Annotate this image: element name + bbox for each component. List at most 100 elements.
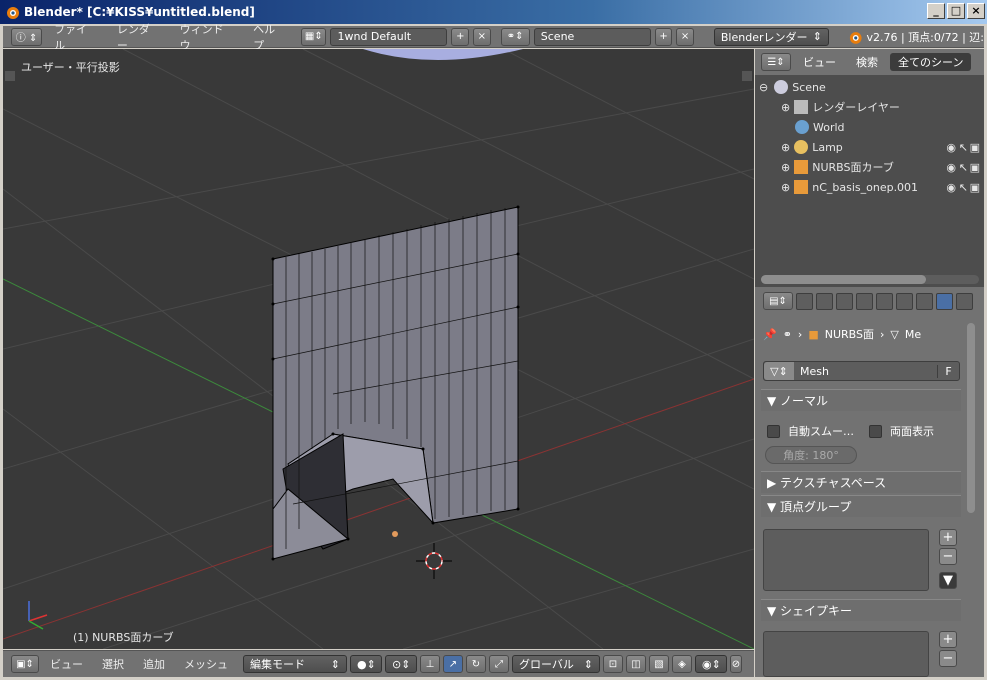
layout-remove-button[interactable]: × <box>473 27 491 46</box>
editor-type-cube-icon[interactable]: ▣⇕ <box>11 655 39 673</box>
mesh-name[interactable]: Mesh <box>794 365 937 378</box>
render-engine-select[interactable]: Blenderレンダー ⇕ <box>713 27 829 46</box>
menu-view[interactable]: ビュー <box>42 656 91 672</box>
outliner-display-mode[interactable]: 全てのシーン <box>890 53 972 71</box>
render-tab-icon[interactable] <box>796 292 813 310</box>
translate-icon[interactable]: ↗ <box>443 655 463 673</box>
menu-select[interactable]: 選択 <box>94 656 132 672</box>
menu-render[interactable]: レンダー <box>109 21 168 53</box>
remove-shape-key-button[interactable]: − <box>939 650 957 667</box>
data-tab-icon[interactable] <box>936 292 953 310</box>
scene-remove-button[interactable]: × <box>676 27 694 46</box>
scene-tab-icon[interactable] <box>836 292 853 310</box>
mesh-datablock-field[interactable]: ▽⇕ Mesh F <box>763 361 960 381</box>
vertex-select-icon[interactable]: ⊡ <box>603 655 623 673</box>
checkbox-box[interactable] <box>767 424 780 438</box>
3d-cursor-icon[interactable] <box>416 543 452 579</box>
eye-icon[interactable]: ◉ <box>946 181 956 194</box>
expand-icon[interactable]: ⊕ <box>781 161 790 174</box>
pivot-select[interactable]: ⊙ ⇕ <box>385 655 417 673</box>
double-sided-checkbox[interactable]: 両面表示 <box>869 423 934 439</box>
layout-name-field[interactable]: 1wnd Default <box>330 27 448 46</box>
expand-icon[interactable]: ⊕ <box>781 101 790 114</box>
add-shape-key-button[interactable]: + <box>939 631 957 648</box>
expand-icon[interactable]: ⊕ <box>781 181 790 194</box>
shading-select[interactable]: ● ⇕ <box>350 655 382 673</box>
scale-icon[interactable]: ⤢ <box>489 655 509 673</box>
outliner-item-render-layers[interactable]: ⊕ レンダーレイヤー <box>755 97 984 117</box>
vertex-groups-list[interactable] <box>763 529 929 591</box>
world-tab-icon[interactable] <box>856 292 873 310</box>
collapse-icon[interactable]: ⊖ <box>759 81 768 94</box>
outliner-item-nurbs[interactable]: ⊕ NURBS面カーブ ◉ ↖ ▣ <box>755 157 984 177</box>
scene-add-button[interactable]: + <box>654 27 673 46</box>
layout-add-button[interactable]: + <box>451 27 470 46</box>
outliner-scrollbar[interactable] <box>761 275 979 284</box>
add-vertex-group-button[interactable]: + <box>939 529 957 546</box>
render-camera-icon[interactable]: ▣ <box>970 141 980 154</box>
lamp-object[interactable] <box>363 49 523 60</box>
texture-space-panel-header[interactable]: ▶ テクスチャスペース <box>761 471 961 493</box>
proportional-select[interactable]: ◉ ⇕ <box>695 655 727 673</box>
outliner-item-basis[interactable]: ⊕ nC_basis_onep.001 ◉ ↖ ▣ <box>755 177 984 197</box>
eye-icon[interactable]: ◉ <box>946 141 956 154</box>
layout-grid-icon[interactable]: ▦⇕ <box>301 27 327 46</box>
outliner-item-lamp[interactable]: ⊕ Lamp ◉ ↖ ▣ <box>755 137 984 157</box>
viewport-scene[interactable] <box>3 49 754 649</box>
expand-icon[interactable]: ⊕ <box>781 141 790 154</box>
outliner-editor-icon[interactable]: ☰⇕ <box>761 53 791 71</box>
menu-file[interactable]: ファイル <box>46 21 105 53</box>
constraints-tab-icon[interactable] <box>896 292 913 310</box>
menu-help[interactable]: ヘルプ <box>245 21 293 53</box>
manipulator-icon[interactable]: ⊥ <box>420 655 440 673</box>
edge-select-icon[interactable]: ◫ <box>626 655 646 673</box>
render-camera-icon[interactable]: ▣ <box>970 161 980 174</box>
mode-select[interactable]: 編集モード ⇕ <box>243 655 347 673</box>
render-camera-icon[interactable]: ▣ <box>970 181 980 194</box>
menu-mesh[interactable]: メッシュ <box>176 656 236 672</box>
vertex-group-specials-button[interactable]: ▼ <box>939 572 957 589</box>
properties-editor-icon[interactable]: ▤⇕ <box>763 292 793 310</box>
close-button[interactable]: × <box>967 3 985 19</box>
panel-toggle-plus-icon[interactable] <box>742 71 752 81</box>
shape-keys-panel-header[interactable]: ▼ シェイプキー <box>761 599 961 621</box>
snap-icon[interactable]: ⊘ <box>730 655 742 673</box>
nurbs-surface-mesh[interactable] <box>271 205 520 561</box>
menu-add[interactable]: 追加 <box>135 656 173 672</box>
maximize-button[interactable]: □ <box>947 3 965 19</box>
eye-icon[interactable]: ◉ <box>946 161 956 174</box>
outliner-item-world[interactable]: World <box>755 117 984 137</box>
pin-icon[interactable]: 📌 <box>763 328 777 341</box>
mesh-triangle-icon[interactable]: ▽⇕ <box>764 362 794 380</box>
shape-keys-list[interactable] <box>763 631 929 677</box>
minimize-button[interactable]: _ <box>927 3 945 19</box>
checkbox-box[interactable] <box>869 424 882 438</box>
menu-window[interactable]: ウィンドウ <box>172 21 241 53</box>
fake-user-button[interactable]: F <box>937 364 959 378</box>
material-tab-icon[interactable] <box>956 292 973 310</box>
scene-icon[interactable]: ⚭⇕ <box>500 27 530 46</box>
outliner-menu-search[interactable]: 検索 <box>848 53 886 71</box>
face-select-icon[interactable]: ▧ <box>649 655 669 673</box>
occlude-icon[interactable]: ◈ <box>672 655 692 673</box>
cursor-select-icon[interactable]: ↖ <box>959 161 968 174</box>
scene-name-field[interactable]: Scene <box>533 27 651 46</box>
outliner-item-scene[interactable]: ⊖ Scene <box>755 77 984 97</box>
remove-vertex-group-button[interactable]: − <box>939 548 957 565</box>
auto-smooth-checkbox[interactable]: 自動スムー… <box>767 423 854 439</box>
properties-scrollbar[interactable] <box>967 323 975 513</box>
normals-panel-header[interactable]: ▼ ノーマル <box>761 389 961 411</box>
object-tab-icon[interactable] <box>876 292 893 310</box>
modifiers-tab-icon[interactable] <box>916 292 933 310</box>
vertex-groups-panel-header[interactable]: ▼ 頂点グループ <box>761 495 961 517</box>
angle-field[interactable]: 角度: 180° <box>765 446 857 464</box>
3d-viewport[interactable]: ユーザー・平行投影 (1) NURBS面カーブ <box>3 49 754 649</box>
editor-type-info-icon[interactable]: ⓘ ⇕ <box>11 27 43 46</box>
rotate-icon[interactable]: ↻ <box>466 655 486 673</box>
outliner-menu-view[interactable]: ビュー <box>795 53 844 71</box>
render-layers-tab-icon[interactable] <box>816 292 833 310</box>
panel-toggle-plus-icon[interactable] <box>5 71 15 81</box>
cursor-select-icon[interactable]: ↖ <box>959 181 968 194</box>
cursor-select-icon[interactable]: ↖ <box>959 141 968 154</box>
orientation-select[interactable]: グローバル ⇕ <box>512 655 600 673</box>
